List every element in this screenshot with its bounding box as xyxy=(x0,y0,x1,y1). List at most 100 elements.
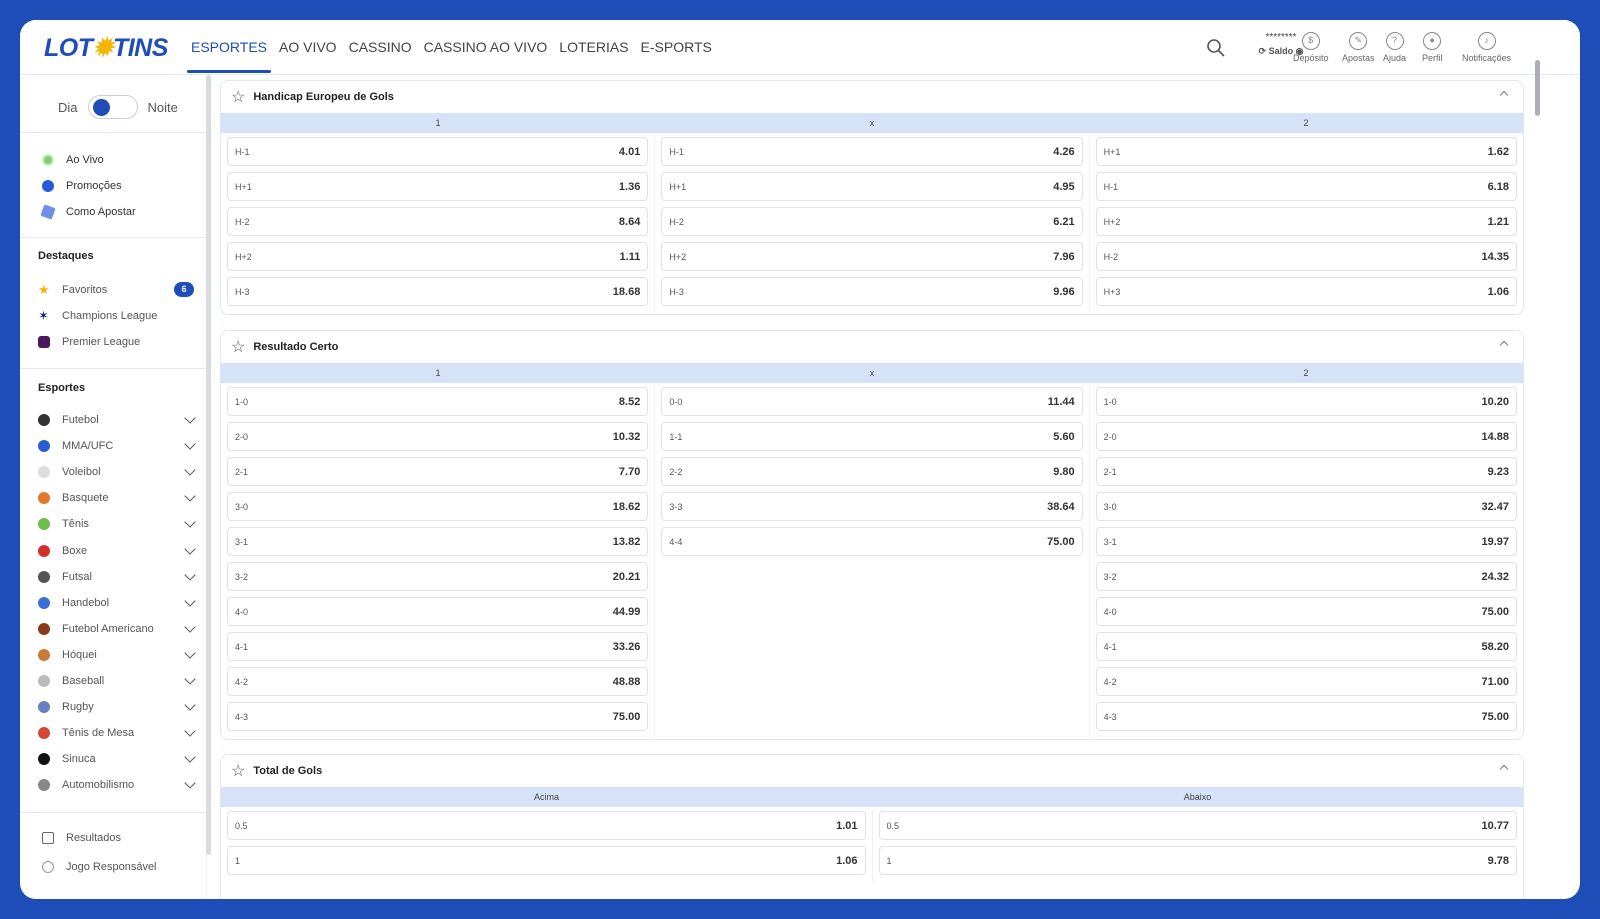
odd-button[interactable]: H-2 8.64 xyxy=(227,207,649,236)
odd-button[interactable]: 3-2 24.32 xyxy=(1095,562,1517,591)
sidebar-item-favoritos[interactable]: ★ Favoritos 6 xyxy=(38,282,194,297)
odd-button[interactable]: H+1 4.95 xyxy=(661,172,1083,201)
logo[interactable]: LOT✹TINS xyxy=(44,33,168,63)
chevron-down-icon[interactable] xyxy=(184,595,196,607)
help-button[interactable]: ? Ajuda xyxy=(1383,32,1406,63)
odd-button[interactable]: 4-1 58.20 xyxy=(1095,632,1517,661)
chevron-down-icon[interactable] xyxy=(184,464,196,476)
odd-button[interactable]: 3-1 13.82 xyxy=(227,527,649,556)
chevron-down-icon[interactable] xyxy=(184,621,196,633)
odd-button[interactable]: 0.5 10.77 xyxy=(878,811,1517,840)
odd-button[interactable]: H+2 7.96 xyxy=(661,242,1083,271)
odd-button[interactable]: H+1 1.36 xyxy=(227,172,649,201)
sidebar-item-h-quei[interactable]: Hóquei xyxy=(38,647,196,661)
chevron-down-icon[interactable] xyxy=(184,568,196,581)
odd-button[interactable]: 2-1 9.23 xyxy=(1095,457,1517,486)
sidebar-item-promocoes[interactable]: Promoções xyxy=(42,180,194,192)
nav-e-sports[interactable]: E-SPORTS xyxy=(635,20,718,75)
nav-cassino[interactable]: CASSINO xyxy=(343,20,418,75)
odd-button[interactable]: 3-1 19.97 xyxy=(1095,527,1517,556)
sidebar-item-automobilismo[interactable]: Automobilismo xyxy=(38,777,196,792)
chevron-down-icon[interactable] xyxy=(184,490,196,502)
odd-button[interactable]: 1 9.78 xyxy=(878,846,1517,875)
odd-button[interactable]: 4-2 48.88 xyxy=(227,667,649,696)
odd-button[interactable]: 4-2 71.00 xyxy=(1095,667,1517,696)
odd-button[interactable]: 2-1 7.70 xyxy=(227,457,649,486)
nav-esportes[interactable]: ESPORTES xyxy=(185,20,273,75)
odd-button[interactable]: 4-0 75.00 xyxy=(1095,597,1517,626)
chevron-down-icon[interactable] xyxy=(184,647,196,659)
sidebar-item-boxe[interactable]: Boxe xyxy=(38,542,196,557)
chevron-down-icon[interactable] xyxy=(184,542,196,555)
sidebar-item-t-nis-de-mesa[interactable]: Tênis de Mesa xyxy=(38,725,196,740)
nav-ao-vivo[interactable]: AO VIVO xyxy=(273,20,343,75)
sidebar-item-ao-vivo[interactable]: Ao Vivo xyxy=(42,154,194,166)
odd-button[interactable]: H-2 14.35 xyxy=(1095,242,1517,271)
odd-button[interactable]: 2-0 14.88 xyxy=(1095,422,1517,451)
odd-button[interactable]: H-1 4.26 xyxy=(661,137,1083,166)
chevron-down-icon[interactable] xyxy=(184,412,196,424)
collapse-caret-icon[interactable] xyxy=(1499,764,1509,774)
theme-toggle[interactable] xyxy=(87,95,138,119)
favorite-star-icon[interactable]: ☆ xyxy=(231,761,245,781)
odd-button[interactable]: 1-0 10.20 xyxy=(1095,387,1517,416)
nav-loterias[interactable]: LOTERIAS xyxy=(553,20,634,75)
sidebar-item-resultados[interactable]: Resultados xyxy=(42,832,194,844)
sidebar-item-handebol[interactable]: Handebol xyxy=(38,595,196,609)
odd-button[interactable]: 3-0 18.62 xyxy=(227,492,649,521)
profile-button[interactable]: ● Perfil xyxy=(1422,32,1443,63)
odd-button[interactable]: 0-0 11.44 xyxy=(661,387,1083,416)
odd-button[interactable]: H-2 6.21 xyxy=(661,207,1083,236)
sidebar-item-basquete[interactable]: Basquete xyxy=(38,490,196,505)
odd-button[interactable]: 3-2 20.21 xyxy=(227,562,649,591)
notifications-button[interactable]: ♪ Notificações xyxy=(1462,32,1511,63)
chevron-down-icon[interactable] xyxy=(184,699,196,711)
refresh-icon[interactable]: ⟳ xyxy=(1259,46,1267,56)
odd-button[interactable]: H+2 1.21 xyxy=(1095,207,1517,236)
odd-button[interactable]: H-3 9.96 xyxy=(661,277,1083,306)
odd-button[interactable]: 4-1 33.26 xyxy=(227,632,649,661)
sidebar-item-champions-league[interactable]: ✶ Champions League xyxy=(38,309,190,322)
favorite-star-icon[interactable]: ☆ xyxy=(231,87,245,107)
deposit-button[interactable]: $ Depósito xyxy=(1293,32,1329,63)
main-scrollbar[interactable] xyxy=(1535,60,1540,116)
odd-button[interactable]: 3-0 32.47 xyxy=(1095,492,1517,521)
odd-button[interactable]: 0.5 1.01 xyxy=(227,811,866,840)
chevron-down-icon[interactable] xyxy=(184,751,196,763)
odd-button[interactable]: 4-0 44.99 xyxy=(227,597,649,626)
sidebar-item-futsal[interactable]: Futsal xyxy=(38,568,196,583)
market-header[interactable]: ☆ Resultado Certo xyxy=(221,331,1523,363)
sidebar-item-rugby[interactable]: Rugby xyxy=(38,699,196,714)
sidebar-item-jogo-responsavel[interactable]: Jogo Responsável xyxy=(42,861,194,873)
collapse-caret-icon[interactable] xyxy=(1499,90,1509,100)
sidebar-item-baseball[interactable]: Baseball xyxy=(38,673,196,687)
odd-button[interactable]: H-1 4.01 xyxy=(227,137,649,166)
odd-button[interactable]: H-3 18.68 xyxy=(227,277,649,306)
odd-button[interactable]: 3-3 38.64 xyxy=(661,492,1083,521)
chevron-down-icon[interactable] xyxy=(184,516,196,529)
odd-button[interactable]: 2-0 10.32 xyxy=(227,422,649,451)
sidebar-item-voleibol[interactable]: Voleibol xyxy=(38,464,196,479)
sidebar-item-premier-league[interactable]: Premier League xyxy=(38,336,190,348)
chevron-down-icon[interactable] xyxy=(184,725,196,737)
sidebar-item-sinuca[interactable]: Sinuca xyxy=(38,751,196,766)
odd-button[interactable]: 1 1.06 xyxy=(227,846,866,875)
odd-button[interactable]: H+3 1.06 xyxy=(1095,277,1517,306)
bets-button[interactable]: ✎ Apostas xyxy=(1342,32,1375,63)
nav-cassino-ao-vivo[interactable]: CASSINO AO VIVO xyxy=(418,20,554,75)
favorite-star-icon[interactable]: ☆ xyxy=(231,337,245,357)
sidebar-item-futebol-americano[interactable]: Futebol Americano xyxy=(38,621,196,635)
collapse-caret-icon[interactable] xyxy=(1499,340,1509,350)
sidebar-item-como-apostar[interactable]: Como Apostar xyxy=(40,204,194,220)
odd-button[interactable]: H+2 1.11 xyxy=(227,242,649,271)
chevron-down-icon[interactable] xyxy=(184,673,196,685)
odd-button[interactable]: 4-3 75.00 xyxy=(227,702,649,731)
odd-button[interactable]: H-1 6.18 xyxy=(1095,172,1517,201)
market-header[interactable]: ☆ Handicap Europeu de Gols xyxy=(221,81,1523,113)
chevron-down-icon[interactable] xyxy=(184,777,196,790)
odd-button[interactable]: H+1 1.62 xyxy=(1095,137,1517,166)
odd-button[interactable]: 4-3 75.00 xyxy=(1095,702,1517,731)
chevron-down-icon[interactable] xyxy=(184,438,196,450)
odd-button[interactable]: 1-1 5.60 xyxy=(661,422,1083,451)
sidebar-scrollbar[interactable] xyxy=(206,75,211,855)
